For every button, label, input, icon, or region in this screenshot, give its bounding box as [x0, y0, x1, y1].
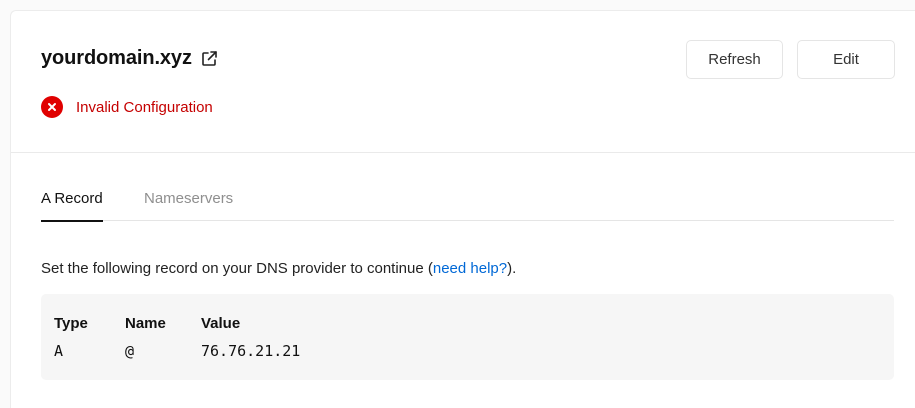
record-name-value: @	[125, 342, 135, 360]
status-text: Invalid Configuration	[76, 98, 213, 116]
record-tabs: A Record Nameservers	[41, 182, 894, 222]
instructions-end: ).	[507, 260, 517, 277]
error-x-icon	[41, 96, 63, 118]
tab-nameservers[interactable]: Nameservers	[144, 190, 233, 207]
edit-button[interactable]: Edit	[797, 40, 895, 79]
domain-header: yourdomain.xyz Invalid Configuration Ref…	[11, 11, 915, 153]
column-header-type: Type	[54, 315, 88, 332]
dns-instructions: Set the following record on your DNS pro…	[41, 260, 516, 277]
need-help-link[interactable]: need help?	[433, 260, 507, 277]
column-header-name: Name	[125, 315, 166, 332]
dns-record-table: Type Name Value A @ 76.76.21.21	[41, 294, 894, 380]
record-ip-value: 76.76.21.21	[201, 342, 301, 360]
domain-title-row: yourdomain.xyz	[41, 47, 218, 70]
external-link-icon[interactable]	[200, 50, 218, 68]
domain-name[interactable]: yourdomain.xyz	[41, 47, 192, 70]
configuration-status: Invalid Configuration	[41, 96, 213, 118]
refresh-button[interactable]: Refresh	[686, 40, 783, 79]
tab-a-record[interactable]: A Record	[41, 190, 103, 222]
domain-card: yourdomain.xyz Invalid Configuration Ref…	[10, 10, 915, 408]
record-type-value: A	[54, 342, 64, 360]
instructions-text: Set the following record on your DNS pro…	[41, 260, 433, 277]
column-header-value: Value	[201, 315, 241, 332]
